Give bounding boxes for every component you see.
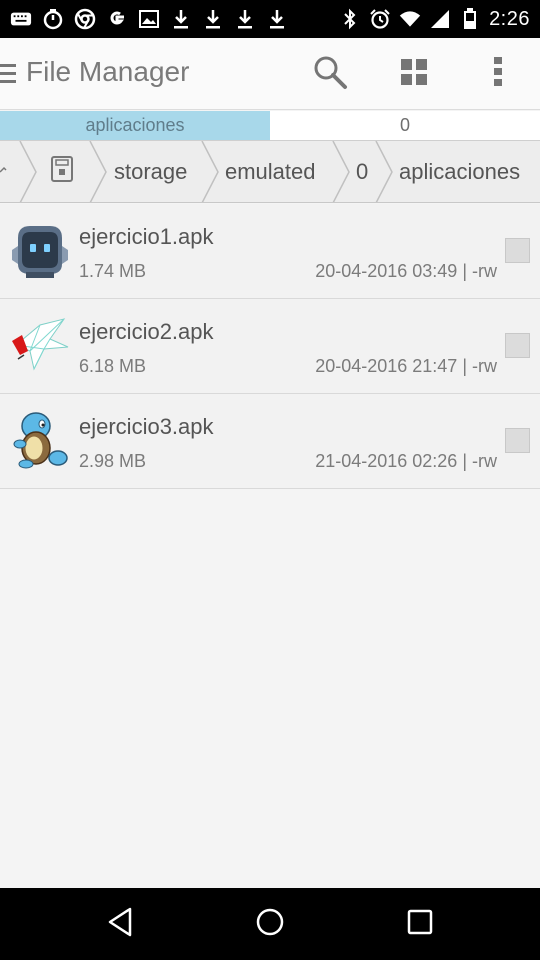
file-list: ejercicio1.apk 1.74 MB 20-04-2016 03:49 … bbox=[0, 204, 540, 489]
signal-icon bbox=[429, 8, 451, 30]
image-icon bbox=[138, 8, 160, 30]
status-bar: 2:26 bbox=[0, 0, 540, 38]
home-button[interactable] bbox=[252, 906, 288, 942]
download-icon bbox=[266, 8, 288, 30]
download-icon bbox=[234, 8, 256, 30]
breadcrumb-separator bbox=[332, 141, 350, 202]
breadcrumb-separator bbox=[19, 141, 37, 202]
breadcrumb-device[interactable] bbox=[50, 141, 74, 202]
notification-icons bbox=[10, 8, 288, 30]
file-checkbox[interactable] bbox=[505, 238, 530, 263]
file-row[interactable]: ejercicio3.apk 2.98 MB 21-04-2016 02:26 … bbox=[0, 394, 540, 489]
app-icon-robot bbox=[10, 220, 70, 280]
tab-bar: aplicaciones 0 bbox=[0, 111, 540, 141]
tab-aplicaciones[interactable]: aplicaciones bbox=[0, 111, 270, 140]
keyboard-icon bbox=[10, 8, 32, 30]
search-icon bbox=[312, 54, 348, 95]
app-icon-squirtle bbox=[10, 410, 70, 470]
breadcrumb-separator bbox=[201, 141, 219, 202]
back-button[interactable] bbox=[102, 906, 138, 942]
file-meta: 21-04-2016 02:26 | -rw bbox=[315, 451, 497, 471]
file-checkbox[interactable] bbox=[505, 333, 530, 358]
wifi-icon bbox=[399, 8, 421, 30]
recents-button[interactable] bbox=[402, 906, 438, 942]
recents-icon bbox=[406, 908, 434, 941]
file-name: ejercicio1.apk bbox=[79, 224, 214, 249]
menu-icon[interactable] bbox=[0, 62, 16, 86]
alarm-icon bbox=[369, 8, 391, 30]
download-icon bbox=[202, 8, 224, 30]
breadcrumb-0[interactable]: 0 bbox=[356, 141, 368, 202]
back-icon bbox=[106, 907, 134, 942]
google-icon bbox=[106, 8, 128, 30]
breadcrumb-separator bbox=[89, 141, 107, 202]
sd-card-icon bbox=[50, 155, 74, 189]
file-meta: 20-04-2016 03:49 | -rw bbox=[315, 261, 497, 281]
app-title: File Manager bbox=[26, 56, 190, 87]
file-checkbox[interactable] bbox=[505, 428, 530, 453]
file-size: 6.18 MB bbox=[79, 356, 147, 376]
download-icon bbox=[170, 8, 192, 30]
app-bar: File Manager bbox=[0, 38, 540, 110]
more-options-button[interactable] bbox=[478, 54, 518, 94]
breadcrumb-up[interactable] bbox=[0, 141, 8, 202]
breadcrumb-storage[interactable]: storage bbox=[114, 141, 187, 202]
grid-view-icon bbox=[400, 58, 428, 91]
app-icon-bird bbox=[10, 315, 70, 375]
file-row[interactable]: ejercicio2.apk 6.18 MB 20-04-2016 21:47 … bbox=[0, 299, 540, 394]
tab-0[interactable]: 0 bbox=[270, 111, 540, 140]
file-size: 2.98 MB bbox=[79, 451, 147, 471]
system-icons: 2:26 bbox=[339, 8, 530, 31]
stopwatch-icon bbox=[42, 8, 64, 30]
breadcrumb-aplicaciones[interactable]: aplicaciones bbox=[399, 141, 520, 202]
file-meta: 20-04-2016 21:47 | -rw bbox=[315, 356, 497, 376]
file-name: ejercicio3.apk bbox=[79, 414, 214, 439]
battery-icon bbox=[459, 8, 481, 30]
search-button[interactable] bbox=[310, 54, 350, 94]
home-icon bbox=[255, 907, 285, 942]
breadcrumb: storage emulated 0 aplicaciones bbox=[0, 141, 540, 203]
file-size: 1.74 MB bbox=[79, 261, 147, 281]
file-name: ejercicio2.apk bbox=[79, 319, 214, 344]
breadcrumb-emulated[interactable]: emulated bbox=[225, 141, 316, 202]
status-time: 2:26 bbox=[489, 7, 530, 30]
more-vert-icon bbox=[493, 56, 503, 93]
grid-view-button[interactable] bbox=[394, 54, 434, 94]
breadcrumb-separator bbox=[375, 141, 393, 202]
bluetooth-icon bbox=[339, 8, 361, 30]
navigation-bar bbox=[0, 888, 540, 960]
file-row[interactable]: ejercicio1.apk 1.74 MB 20-04-2016 03:49 … bbox=[0, 204, 540, 299]
chrome-icon bbox=[74, 8, 96, 30]
